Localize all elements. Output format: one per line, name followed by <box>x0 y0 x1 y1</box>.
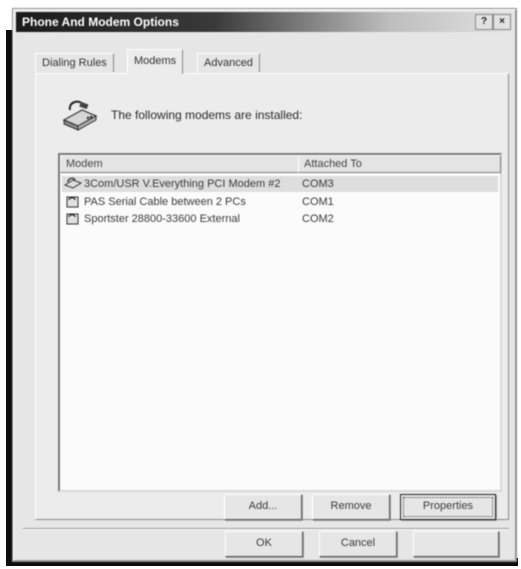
phone-modem-options-dialog: Phone And Modem Options ? × Dialing Rule… <box>12 8 517 562</box>
modem-name: PAS Serial Cable between 2 PCs <box>84 196 246 208</box>
modem-port: COM3 <box>302 178 334 190</box>
list-header: Modem Attached To <box>60 155 501 173</box>
modem-name: 3Com/USR V.Everything PCI Modem #2 <box>84 178 281 190</box>
modem-name: Sportster 28800-33600 External <box>84 213 240 225</box>
modem-icon <box>66 213 79 225</box>
remove-button[interactable]: Remove <box>312 494 390 520</box>
ok-button[interactable]: OK <box>225 531 303 557</box>
help-button[interactable]: ? <box>475 14 493 30</box>
modem-port: COM2 <box>302 213 334 225</box>
list-item[interactable]: Sportster 28800-33600 External COM2 <box>62 211 498 227</box>
modem-list[interactable]: Modem Attached To 3Com/USR V.Everything … <box>58 153 502 492</box>
modems-installed-label: The following modems are installed: <box>111 108 303 122</box>
modems-tab-panel: The following modems are installed: Mode… <box>35 73 509 520</box>
cancel-button[interactable]: Cancel <box>319 531 397 557</box>
close-button[interactable]: × <box>493 14 511 30</box>
modem-icon <box>62 100 98 131</box>
column-header-modem[interactable]: Modem <box>60 155 299 173</box>
window-title: Phone And Modem Options <box>22 15 179 29</box>
tab-dialing-rules[interactable]: Dialing Rules <box>35 53 114 72</box>
modem-port: COM1 <box>302 196 334 208</box>
modem-icon <box>64 177 82 189</box>
apply-button[interactable] <box>413 531 499 557</box>
modem-icon <box>66 196 79 208</box>
list-item[interactable]: PAS Serial Cable between 2 PCs COM1 <box>62 194 498 210</box>
list-item[interactable]: 3Com/USR V.Everything PCI Modem #2 COM3 <box>62 176 498 192</box>
tab-advanced[interactable]: Advanced <box>197 53 260 72</box>
title-bar[interactable]: Phone And Modem Options ? × <box>16 12 513 32</box>
add-button[interactable]: Add... <box>224 494 302 520</box>
column-header-attached-to[interactable]: Attached To <box>298 155 501 173</box>
divider <box>23 528 509 530</box>
properties-button[interactable]: Properties <box>400 494 496 520</box>
tab-modems[interactable]: Modems <box>127 49 184 74</box>
